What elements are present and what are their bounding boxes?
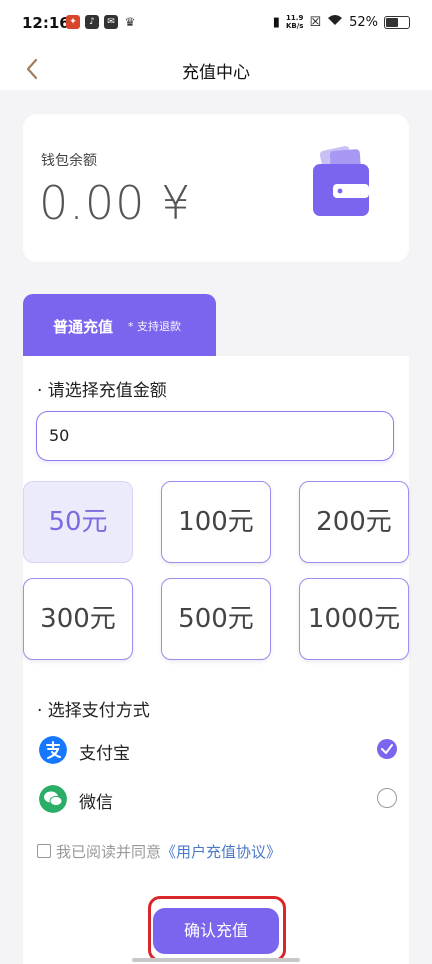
app-notification-icon: ✦ [66, 15, 80, 29]
amount-section-title: · 请选择充值金额 [37, 381, 167, 401]
vibrate-icon: ▮ [272, 14, 280, 30]
agreement-checkbox[interactable] [37, 844, 51, 858]
wechat-icon [39, 785, 67, 813]
payment-method-name: 微信 [79, 793, 113, 813]
net-speed: 11.9 KB/s [286, 14, 303, 30]
wifi-icon [327, 14, 343, 30]
agreement-text: 我已阅读并同意 [56, 842, 162, 861]
amount-option-100[interactable]: 100元 [161, 481, 271, 563]
wallet-icon [313, 146, 369, 216]
status-time: 12:16 [22, 14, 70, 32]
mail-icon: ✉ [104, 15, 118, 29]
amount-option-50[interactable]: 50元 [23, 481, 133, 563]
home-indicator[interactable] [132, 958, 300, 962]
amount-option-500[interactable]: 500元 [161, 578, 271, 660]
wechat-radio[interactable] [377, 788, 397, 808]
payment-method-wechat[interactable]: 微信 [37, 781, 397, 817]
crown-icon: ♛ [124, 15, 136, 29]
highlight-box [148, 896, 286, 962]
checkmark-icon [381, 744, 393, 754]
tab-label: 普通充值 [53, 318, 114, 336]
agreement-row: 我已阅读并同意 《用户充值协议》 [37, 840, 281, 862]
wallet-balance-label: 钱包余额 [41, 153, 97, 169]
payment-section-title: · 选择支付方式 [37, 701, 150, 721]
net-speed-unit: KB/s [285, 22, 304, 30]
amount-option-1000[interactable]: 1000元 [299, 578, 409, 660]
alipay-icon [39, 736, 67, 764]
tiktok-icon: ♪ [85, 15, 99, 29]
page-title: 充值中心 [182, 63, 250, 83]
sim-icon: ☒ [309, 14, 322, 30]
amount-option-200[interactable]: 200元 [299, 481, 409, 563]
amount-input[interactable]: 50 [36, 411, 394, 461]
payment-method-alipay[interactable]: 支付宝 [37, 732, 397, 768]
status-bar: 12:16 ✦ ♪ ✉ ♛ ▮ 11.9 KB/s ☒ 52% [0, 0, 432, 48]
wallet-card: 钱包余额 0.00 ¥ [23, 114, 409, 262]
net-speed-value: 11.9 [286, 14, 304, 22]
tab-normal-recharge[interactable]: 普通充值 * 支持退款 [23, 294, 216, 356]
battery-icon [384, 15, 410, 29]
battery-percent: 52% [349, 14, 378, 30]
status-notification-icons: ✦ ♪ ✉ ♛ [66, 15, 137, 29]
payment-method-name: 支付宝 [79, 744, 130, 764]
nav-bar: 充值中心 [0, 48, 432, 90]
status-right: ▮ 11.9 KB/s ☒ 52% [273, 14, 410, 30]
wallet-balance-amount: 0.00 ¥ [39, 176, 192, 230]
agreement-link[interactable]: 《用户充值协议》 [161, 841, 281, 862]
recharge-panel: · 请选择充值金额 50 50元 100元 200元 300元 500元 100… [23, 356, 409, 964]
tab-note: * 支持退款 [128, 320, 181, 333]
amount-option-300[interactable]: 300元 [23, 578, 133, 660]
alipay-radio[interactable] [377, 739, 397, 759]
